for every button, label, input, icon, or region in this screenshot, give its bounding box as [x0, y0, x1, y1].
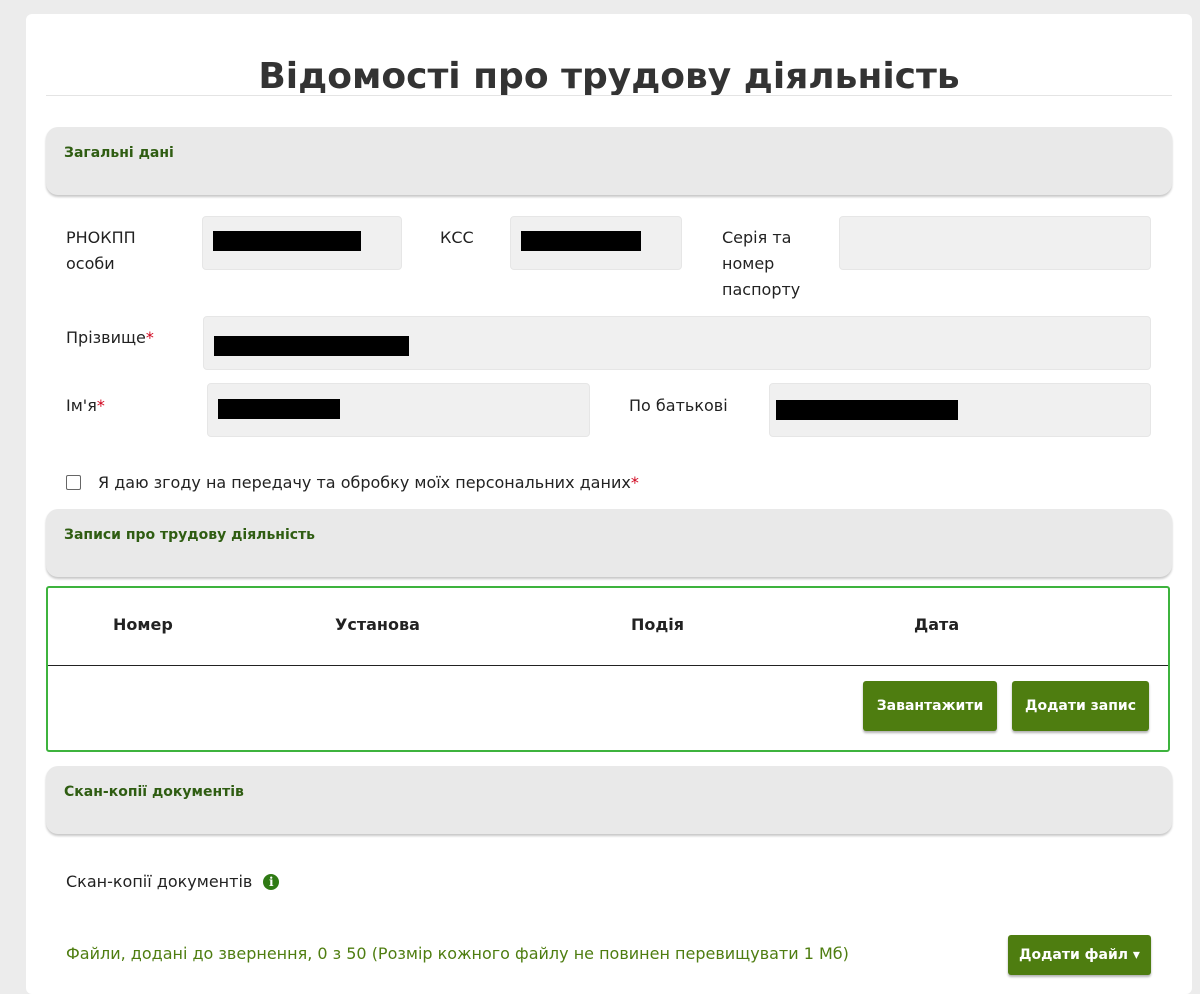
column-header-date: Дата [914, 615, 960, 634]
records-table: Номер Установа Подія Дата Завантажити До… [46, 586, 1170, 752]
name-input[interactable] [207, 383, 590, 437]
passport-label-line2: номер [722, 254, 775, 273]
passport-label-line3: паспорту [722, 280, 801, 299]
rnokpp-label-line1: РНОКПП [66, 228, 136, 247]
name-label-text: Ім'я [66, 396, 97, 415]
redacted-value [214, 336, 409, 356]
patronymic-label: По батькові [629, 396, 728, 415]
column-header-institution: Установа [335, 615, 420, 634]
consent-checkbox[interactable] [66, 475, 81, 490]
required-mark: * [630, 473, 639, 492]
required-mark: * [96, 396, 105, 415]
section-header-scans-label: Скан-копії документів [64, 784, 244, 800]
section-header-records[interactable]: Записи про трудову діяльність [46, 509, 1172, 577]
title-divider [46, 95, 1172, 96]
redacted-value [776, 400, 958, 420]
section-header-scans[interactable]: Скан-копії документів [46, 766, 1172, 834]
kss-label: КСС [440, 228, 474, 247]
kss-input[interactable] [510, 216, 682, 270]
add-record-button[interactable]: Додати запис [1012, 681, 1149, 731]
passport-label: Серія та номер паспорту [722, 225, 800, 303]
consent-label[interactable]: Я даю згоду на передачу та обробку моїх … [98, 473, 631, 492]
upload-button[interactable]: Завантажити [863, 681, 997, 731]
scan-copies-label: Скан-копії документів i [66, 872, 280, 891]
redacted-value [218, 399, 340, 419]
page-title: Відомості про трудову діяльність [258, 56, 960, 97]
required-mark: * [145, 328, 154, 347]
table-header-divider [48, 665, 1168, 666]
rnokpp-input[interactable] [202, 216, 402, 270]
files-count-text: Файли, додані до звернення, 0 з 50 (Розм… [66, 944, 849, 963]
consent-row: Я даю згоду на передачу та обробку моїх … [66, 473, 639, 492]
surname-label: Прізвище* [66, 325, 154, 351]
scan-copies-label-text: Скан-копії документів [66, 872, 253, 891]
form-card: Відомості про трудову діяльність Загальн… [26, 14, 1192, 994]
passport-input[interactable] [839, 216, 1151, 270]
rnokpp-label-line2: особи [66, 254, 115, 273]
rnokpp-label: РНОКПП особи [66, 225, 136, 277]
name-label: Ім'я* [66, 393, 105, 419]
patronymic-input[interactable] [769, 383, 1151, 437]
redacted-value [213, 231, 361, 251]
redacted-value [521, 231, 641, 251]
column-header-event: Подія [631, 615, 685, 634]
surname-label-text: Прізвище [66, 328, 146, 347]
section-header-general-label: Загальні дані [64, 145, 174, 161]
passport-label-line1: Серія та [722, 228, 792, 247]
column-header-number: Номер [113, 615, 173, 634]
add-file-button[interactable]: Додати файл ▾ [1008, 935, 1151, 975]
info-icon[interactable]: i [263, 873, 280, 890]
surname-input[interactable] [203, 316, 1151, 370]
section-header-records-label: Записи про трудову діяльність [64, 527, 316, 543]
section-header-general[interactable]: Загальні дані [46, 127, 1172, 195]
